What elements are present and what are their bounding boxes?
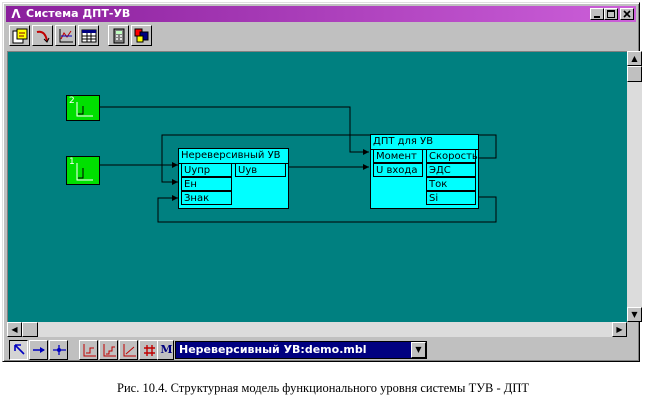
minimize-button[interactable] [590,8,604,20]
input-port-uupr[interactable]: Uупр [181,163,232,177]
output-port-eds[interactable]: ЭДС [426,163,476,177]
m-button[interactable]: M [157,340,174,360]
diagram-canvas[interactable]: 2 1 Нереверсивный УВ Uупр Ен Знак Uув ДП… [7,51,628,322]
scroll-up-button[interactable]: ▲ [627,51,642,66]
graph-2-icon [103,344,116,357]
grid-button[interactable] [139,340,158,360]
graph-3-button[interactable] [119,340,138,360]
select-tool-button[interactable] [9,340,28,360]
model-select-value: Нереверсивный УВ:demo.mbl [179,343,367,356]
calculator-icon [113,28,125,44]
horizontal-scroll-thumb[interactable] [22,322,38,337]
model-select[interactable]: Нереверсивный УВ:demo.mbl ▼ [175,341,427,359]
table-icon [81,29,97,43]
lambda-logo-icon: Λ [11,7,21,21]
input-port-u-vhoda[interactable]: U входа [373,163,423,177]
vertical-scroll-thumb[interactable] [627,66,642,82]
step-signal-icon [76,163,93,181]
main-toolbar [9,25,609,49]
block-dpt-uv[interactable]: ДПТ для УВ Момент U входа Скорость ЭДС Т… [370,134,479,209]
m-label: M [160,343,173,356]
maximize-icon [607,10,615,18]
link-tool-button[interactable] [29,340,48,360]
vertical-scrollbar[interactable]: ▲ ▼ [627,51,642,322]
graph-1-button[interactable] [79,340,98,360]
block-title: ДПТ для УВ [371,135,478,150]
close-button[interactable] [620,8,634,20]
app-window: Λ Система ДПТ-УВ 2 1 Нереверсивный УВ Uу… [2,2,642,362]
step-source-2[interactable]: 2 [66,95,100,121]
block-nonreversible-uv[interactable]: Нереверсивный УВ Uупр Ен Знак Uув [178,148,289,209]
scroll-down-button[interactable]: ▼ [627,307,642,322]
calculator-button[interactable] [108,25,129,46]
maximize-button[interactable] [604,8,618,20]
chevron-down-icon: ▼ [415,345,422,354]
output-port-skorost[interactable]: Скорость [426,149,478,163]
blocks-button[interactable] [131,25,152,46]
block-title: Нереверсивный УВ [179,149,288,164]
output-port-tok[interactable]: Ток [426,177,476,191]
node-tool-button[interactable] [49,340,68,360]
horizontal-scrollbar[interactable]: ◀ ▶ [7,322,627,337]
scroll-right-button[interactable]: ▶ [612,322,627,337]
open-model-button[interactable] [9,25,30,46]
output-port-si[interactable]: Si [426,191,476,205]
table-button[interactable] [78,25,99,46]
link-arrow-icon [33,347,45,353]
grid-icon [144,345,155,356]
title-bar[interactable]: Λ Система ДПТ-УВ [6,6,636,22]
connect-curve-icon [36,30,50,43]
graph-icon [59,29,73,43]
open-model-icon [12,28,28,44]
input-port-en[interactable]: Ен [181,177,232,191]
window-title: Система ДПТ-УВ [26,7,131,20]
step-signal-icon [76,102,93,117]
model-select-dropdown-button[interactable]: ▼ [411,342,426,358]
blocks-icon [134,28,149,43]
minimize-icon [594,16,600,18]
figure-caption: Рис. 10.4. Структурная модель функционал… [117,381,529,395]
select-arrow-icon [14,344,25,355]
connect-button[interactable] [32,25,53,46]
close-icon [623,10,631,18]
graph-3-icon [123,344,136,357]
graph-2-button[interactable] [99,340,118,360]
output-port-uuv[interactable]: Uув [235,163,286,177]
input-port-moment[interactable]: Момент [373,149,423,163]
bottom-toolbar: M Нереверсивный УВ:demo.mbl ▼ [9,340,639,362]
step-source-1[interactable]: 1 [66,156,100,185]
scroll-left-button[interactable]: ◀ [7,322,22,337]
input-port-znak[interactable]: Знак [181,191,232,205]
graph-1-icon [83,344,96,357]
node-icon [53,345,66,355]
connection-wires [100,106,497,223]
graph-button[interactable] [55,25,76,46]
